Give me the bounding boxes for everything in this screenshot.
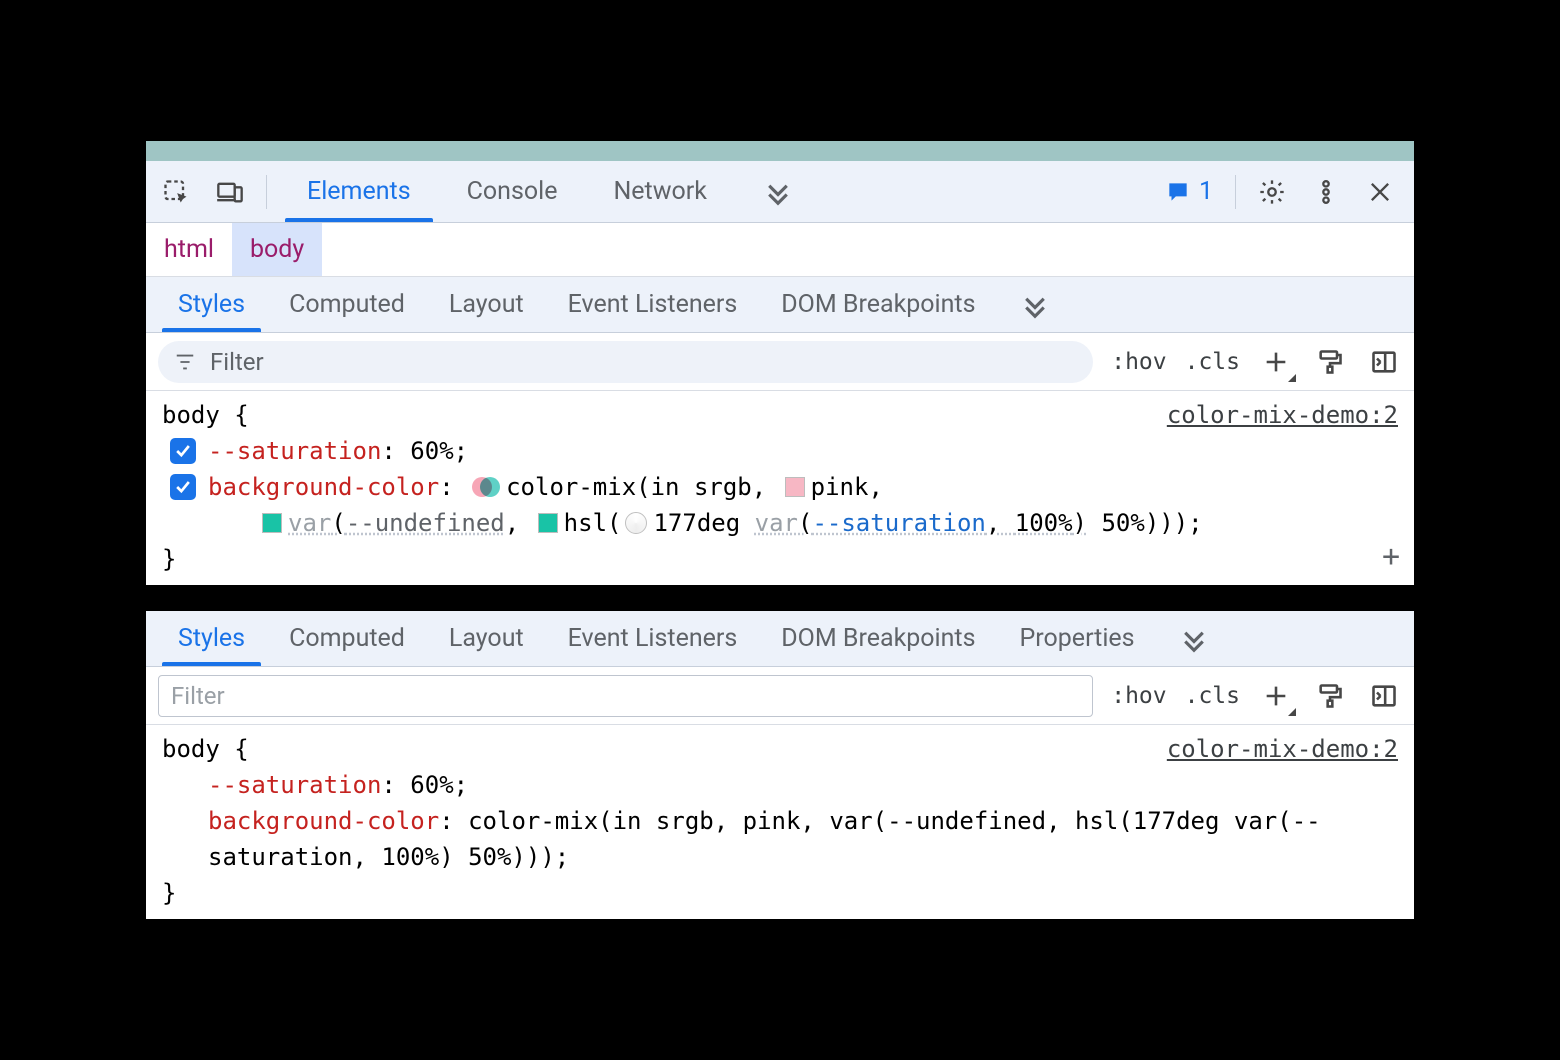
declaration-background-color[interactable]: background-color: color-mix(in srgb, pin… [162, 469, 1398, 505]
breadcrumb-html[interactable]: html [146, 223, 232, 276]
rule-selector[interactable]: body { [162, 397, 249, 433]
rule-selector[interactable]: body { [162, 731, 249, 767]
declaration-checkbox[interactable] [170, 474, 196, 500]
subtabs-overflow-icon[interactable] [998, 277, 1072, 332]
tab-network[interactable]: Network [585, 161, 734, 222]
rule-source-link[interactable]: color-mix-demo:2 [1167, 731, 1398, 767]
toolbar-separator [266, 175, 267, 209]
styles-subtabs: Styles Computed Layout Event Listeners D… [146, 277, 1414, 333]
close-devtools-icon[interactable] [1356, 168, 1404, 216]
inspect-element-icon[interactable] [152, 168, 200, 216]
breadcrumb-body[interactable]: body [232, 223, 322, 276]
hue-ring-icon[interactable] [625, 512, 647, 534]
subtab-layout[interactable]: Layout [427, 611, 546, 666]
add-declaration-icon[interactable]: + [1382, 534, 1400, 579]
color-swatch-pink-icon[interactable] [785, 477, 805, 497]
filter-placeholder: Filter [210, 348, 264, 376]
declaration-saturation[interactable]: --saturation: 60%; [162, 767, 1398, 803]
kebab-menu-icon[interactable] [1302, 168, 1350, 216]
cls-toggle[interactable]: .cls [1185, 349, 1240, 375]
subtab-dom-breakpoints[interactable]: DOM Breakpoints [759, 611, 997, 666]
hov-toggle[interactable]: :hov [1111, 683, 1166, 709]
rule-source-link[interactable]: color-mix-demo:2 [1167, 397, 1398, 433]
paint-format-icon[interactable] [1312, 344, 1348, 380]
device-toolbar-icon[interactable] [206, 168, 254, 216]
styles-filter-input[interactable]: Filter [158, 675, 1093, 717]
hov-toggle[interactable]: :hov [1111, 349, 1166, 375]
styles-filter-row: Filter :hov .cls [146, 333, 1414, 391]
computed-panel-toggle-icon[interactable] [1366, 344, 1402, 380]
subtab-properties[interactable]: Properties [998, 611, 1157, 666]
declaration-checkbox[interactable] [170, 438, 196, 464]
main-tabs: Elements Console Network [279, 161, 821, 222]
main-toolbar: Elements Console Network 1 [146, 161, 1414, 223]
filter-icon [174, 351, 196, 373]
declaration-saturation[interactable]: --saturation: 60%; [162, 433, 1398, 469]
styles-filter-input[interactable]: Filter [158, 341, 1093, 383]
computed-panel-toggle-icon[interactable] [1366, 678, 1402, 714]
subtab-layout[interactable]: Layout [427, 277, 546, 332]
subtab-styles[interactable]: Styles [156, 611, 267, 666]
color-swatch-teal-icon[interactable] [538, 513, 558, 533]
devtools-panel-plain: Styles Computed Layout Event Listeners D… [145, 610, 1415, 920]
subtab-dom-breakpoints[interactable]: DOM Breakpoints [759, 277, 997, 332]
dom-breadcrumb: html body [146, 223, 1414, 277]
subtab-computed[interactable]: Computed [267, 611, 427, 666]
new-style-rule-icon[interactable] [1258, 344, 1294, 380]
declaration-background-color[interactable]: background-color: color-mix(in srgb, pin… [162, 803, 1398, 875]
subtab-styles[interactable]: Styles [156, 277, 267, 332]
color-swatch-teal-icon[interactable] [262, 513, 282, 533]
style-rule: body { color-mix-demo:2 --saturation: 60… [146, 725, 1414, 919]
issues-count: 1 [1199, 177, 1213, 206]
tab-console[interactable]: Console [439, 161, 586, 222]
paint-format-icon[interactable] [1312, 678, 1348, 714]
tab-elements[interactable]: Elements [279, 161, 439, 222]
styles-subtabs: Styles Computed Layout Event Listeners D… [146, 611, 1414, 667]
styles-filter-row: Filter :hov .cls [146, 667, 1414, 725]
cls-toggle[interactable]: .cls [1185, 683, 1240, 709]
new-style-rule-icon[interactable] [1258, 678, 1294, 714]
rule-close-brace: } [162, 541, 1398, 577]
settings-gear-icon[interactable] [1248, 168, 1296, 216]
toolbar-separator [1235, 175, 1236, 209]
tabs-overflow-icon[interactable] [735, 161, 821, 222]
subtab-event-listeners[interactable]: Event Listeners [546, 277, 760, 332]
subtab-computed[interactable]: Computed [267, 277, 427, 332]
subtab-event-listeners[interactable]: Event Listeners [546, 611, 760, 666]
devtools-panel-rich: Elements Console Network 1 html body Sty… [145, 140, 1415, 586]
page-accent-bar [146, 141, 1414, 161]
declaration-background-color-line2[interactable]: var(--undefined, hsl( 177deg var(--satur… [162, 505, 1398, 541]
rule-close-brace: } [162, 875, 1398, 911]
filter-placeholder: Filter [171, 682, 225, 710]
issues-indicator[interactable]: 1 [1155, 177, 1223, 206]
style-rule: body { color-mix-demo:2 --saturation: 60… [146, 391, 1414, 585]
color-mix-swatch-icon[interactable] [472, 474, 498, 500]
subtabs-overflow-icon[interactable] [1157, 611, 1231, 666]
